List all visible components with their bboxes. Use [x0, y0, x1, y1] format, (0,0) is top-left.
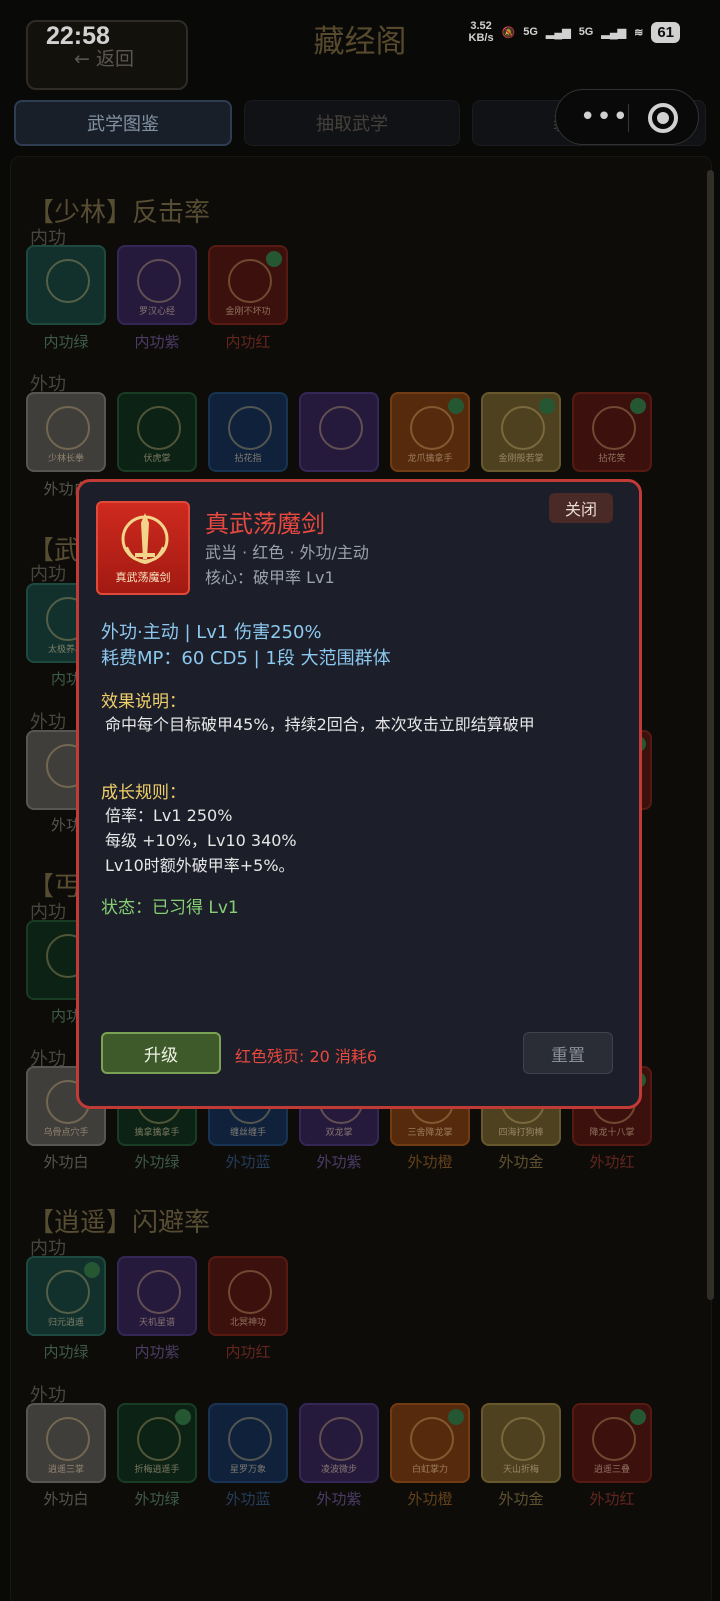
- reset-button[interactable]: 重置: [523, 1032, 613, 1074]
- skill-detail-modal: 真武荡魔剑 真武荡魔剑 武当 · 红色 · 外功/主动 核心：破甲率 Lv1 关…: [76, 479, 642, 1109]
- learned-status: 状态：已习得 Lv1: [101, 898, 239, 918]
- skill-core: 核心：破甲率 Lv1: [205, 568, 335, 587]
- growth-line: 倍率：Lv1 250%: [105, 806, 233, 825]
- growth-heading: 成长规则：: [101, 783, 186, 803]
- effect-text: 命中每个目标破甲45%，持续2回合，本次攻击立即结算破甲: [105, 715, 535, 734]
- sword-emblem-icon: [121, 513, 169, 565]
- upgrade-button[interactable]: 升级: [101, 1032, 221, 1074]
- growth-rules: 倍率：Lv1 250% 每级 +10%，Lv10 340% Lv10时额外破甲率…: [105, 803, 297, 878]
- growth-line: Lv10时额外破甲率+5%。: [105, 856, 295, 875]
- skill-stat-line-2: 耗费MP：60 CD5 | 1段 大范围群体: [101, 648, 391, 669]
- skill-meta: 武当 · 红色 · 外功/主动: [205, 543, 369, 562]
- resource-info: 红色残页: 20 消耗6: [235, 1047, 378, 1066]
- skill-stat-line-1: 外功·主动 | Lv1 伤害250%: [101, 622, 322, 643]
- skill-name: 真武荡魔剑: [205, 510, 325, 538]
- growth-line: 每级 +10%，Lv10 340%: [105, 831, 297, 850]
- close-button[interactable]: 关闭: [549, 493, 613, 523]
- skill-icon: 真武荡魔剑: [96, 501, 190, 595]
- effect-heading: 效果说明：: [101, 692, 186, 712]
